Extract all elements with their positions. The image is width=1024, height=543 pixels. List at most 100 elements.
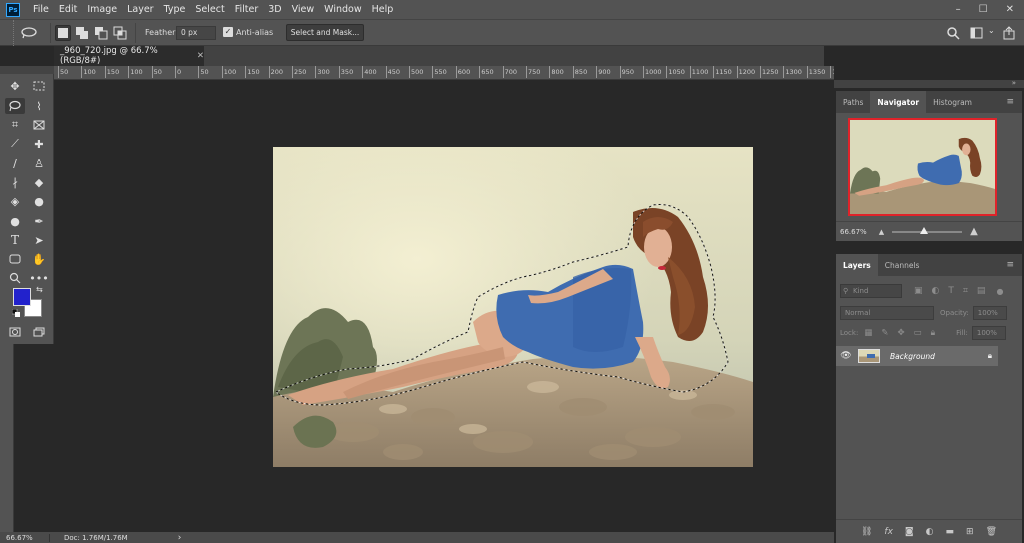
chevron-down-icon[interactable]: ⌄: [988, 26, 995, 35]
anti-alias-checkbox[interactable]: ✓: [223, 27, 233, 37]
delete-layer-icon[interactable]: 🗑︎: [986, 527, 997, 537]
ruler-tick: 450: [385, 66, 401, 78]
path-selection-tool-icon[interactable]: ➤: [29, 232, 49, 248]
new-layer-icon[interactable]: ⊞: [966, 527, 974, 537]
layer-filter-row: ⚲ Kind ▣◐T⌗▤ ●: [836, 280, 1022, 302]
history-brush-tool-icon[interactable]: ∤: [5, 174, 25, 190]
collapse-panels-icon[interactable]: »: [1012, 79, 1016, 87]
navigator-thumbnail[interactable]: [848, 118, 997, 216]
ruler-tick: 200: [268, 66, 284, 78]
swap-colors-icon[interactable]: ⇆: [36, 285, 43, 294]
menu-select[interactable]: Select: [190, 4, 229, 15]
crop-tool-icon[interactable]: ⌗: [5, 117, 25, 133]
zoom-slider-thumb[interactable]: [920, 226, 929, 234]
kind-filter-select[interactable]: ⚲ Kind: [840, 284, 902, 298]
brush-tool-icon[interactable]: ∕: [5, 155, 25, 171]
tab-layers[interactable]: Layers: [836, 254, 878, 276]
lock-icons[interactable]: ▦✎✥▭🔒︎: [864, 328, 944, 338]
new-selection-button[interactable]: [55, 25, 71, 41]
eye-icon[interactable]: 👁︎: [836, 351, 856, 361]
menu-filter[interactable]: Filter: [230, 4, 264, 15]
filter-toggle-icon[interactable]: ●: [996, 287, 1003, 296]
layer-filter-icons[interactable]: ▣◐T⌗▤: [914, 286, 994, 296]
marquee-tool-icon[interactable]: [29, 78, 49, 94]
ruler-tick: 950: [619, 66, 635, 78]
type-tool-icon[interactable]: T: [5, 232, 25, 248]
panel-menu-icon[interactable]: ≡: [1006, 97, 1022, 107]
menu-image[interactable]: Image: [82, 4, 122, 15]
more-tools-icon[interactable]: •••: [29, 270, 49, 286]
zoom-level[interactable]: 66.67%: [0, 533, 50, 542]
quick-mask-icon[interactable]: [5, 324, 25, 340]
opacity-input[interactable]: 100%: [972, 306, 1007, 320]
screen-mode-icon[interactable]: [29, 324, 49, 340]
status-arrow-icon[interactable]: ›: [178, 533, 182, 543]
eyedropper-tool-icon[interactable]: ⟋: [5, 136, 25, 152]
search-icon[interactable]: [946, 26, 960, 40]
layer-name[interactable]: Background: [890, 352, 935, 361]
select-and-mask-button[interactable]: Select and Mask...: [286, 24, 364, 41]
menu-3d[interactable]: 3D: [263, 4, 286, 15]
blur-tool-icon[interactable]: ●: [29, 193, 49, 209]
move-tool-icon[interactable]: ✥: [5, 78, 25, 94]
default-colors-icon[interactable]: [11, 308, 20, 317]
close-icon[interactable]: ✕: [197, 51, 204, 61]
fx-icon[interactable]: fx: [884, 527, 893, 537]
zoom-in-icon[interactable]: ▲: [970, 226, 978, 237]
add-to-selection-button[interactable]: [75, 26, 89, 40]
foreground-color-swatch[interactable]: [13, 288, 31, 306]
paint-bucket-tool-icon[interactable]: ◈: [5, 193, 25, 209]
tab-histogram[interactable]: Histogram: [926, 91, 979, 113]
anti-alias-label: Anti-alias: [236, 28, 274, 37]
document-image[interactable]: [273, 147, 753, 467]
quick-selection-tool-icon[interactable]: ⌇: [29, 98, 49, 114]
tab-navigator[interactable]: Navigator: [870, 91, 927, 113]
layer-row[interactable]: 👁︎ Background 🔒︎: [836, 346, 998, 366]
share-icon[interactable]: [1002, 26, 1016, 40]
ruler-tick: 700: [502, 66, 518, 78]
tools-panel-grip[interactable]: [0, 66, 54, 74]
healing-brush-tool-icon[interactable]: ✚: [29, 136, 49, 152]
document-tab[interactable]: _960_720.jpg @ 66.7% (RGB/8#) ✕: [54, 46, 204, 66]
ruler-tick: 100: [81, 66, 96, 78]
eraser-tool-icon[interactable]: ◆: [29, 174, 49, 190]
zoom-out-icon[interactable]: ▲: [879, 228, 884, 236]
maximize-button[interactable]: ☐: [979, 4, 988, 15]
frame-tool-icon[interactable]: [29, 117, 49, 133]
adjustment-layer-icon[interactable]: ◐: [926, 527, 934, 537]
dodge-tool-icon[interactable]: ●: [5, 213, 25, 229]
panel-menu-icon[interactable]: ≡: [1006, 260, 1022, 270]
workspace-icon[interactable]: [970, 27, 984, 39]
navigator-zoom-value[interactable]: 66.67%: [840, 228, 867, 236]
menu-view[interactable]: View: [287, 4, 320, 15]
menu-file[interactable]: File: [28, 4, 54, 15]
menu-window[interactable]: Window: [319, 4, 366, 15]
menu-type[interactable]: Type: [159, 4, 191, 15]
blend-mode-select[interactable]: Normal: [840, 306, 934, 320]
subtract-from-selection-button[interactable]: [94, 26, 108, 40]
lasso-tool-icon[interactable]: [5, 98, 25, 114]
add-mask-icon[interactable]: ◙: [905, 527, 914, 537]
navigator-zoom-slider[interactable]: [892, 226, 963, 234]
pen-tool-icon[interactable]: ✒: [29, 213, 49, 229]
tab-channels[interactable]: Channels: [878, 254, 927, 276]
ruler-tick: 0: [174, 66, 182, 78]
minimize-button[interactable]: –: [956, 4, 961, 15]
new-group-icon[interactable]: ▬: [946, 527, 955, 537]
tab-paths[interactable]: Paths: [836, 91, 870, 113]
kind-filter-label: Kind: [853, 287, 869, 295]
menu-help[interactable]: Help: [367, 4, 399, 15]
feather-input[interactable]: 0 px: [176, 26, 216, 40]
lasso-icon[interactable]: [16, 25, 42, 41]
shape-tool-icon[interactable]: [5, 251, 25, 267]
close-button[interactable]: ✕: [1006, 4, 1014, 15]
clone-stamp-tool-icon[interactable]: ♙: [29, 155, 49, 171]
fill-input[interactable]: 100%: [971, 326, 1006, 340]
menu-edit[interactable]: Edit: [54, 4, 82, 15]
zoom-tool-icon[interactable]: [5, 270, 25, 286]
panel-dock-grip[interactable]: »: [834, 79, 1024, 88]
intersect-selection-button[interactable]: [113, 26, 127, 40]
link-layers-icon[interactable]: ⛓: [861, 527, 872, 537]
hand-tool-icon[interactable]: ✋: [29, 251, 49, 267]
menu-layer[interactable]: Layer: [122, 4, 159, 15]
